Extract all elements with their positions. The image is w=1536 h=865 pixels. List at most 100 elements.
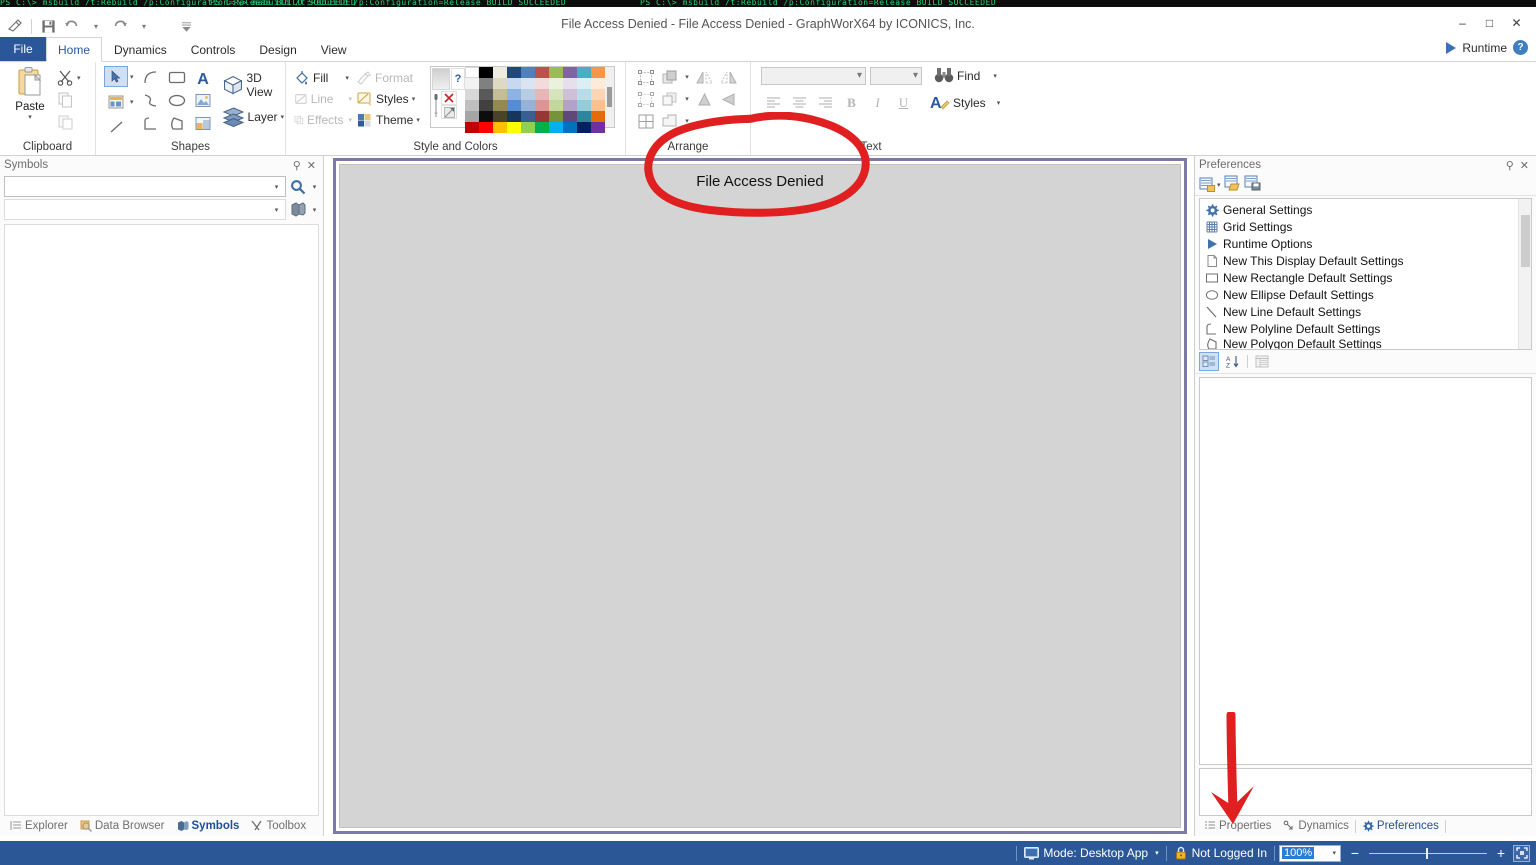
zoom-caret[interactable]: ▾	[1332, 849, 1338, 857]
gradient-tool-button[interactable]	[191, 113, 215, 134]
flip-vertical-button[interactable]	[692, 89, 716, 110]
search-icon[interactable]	[288, 176, 308, 197]
line-tool-button[interactable]	[104, 116, 128, 137]
pref-item-runtime-options[interactable]: Runtime Options	[1200, 235, 1518, 252]
pref-item-new-polygon-default[interactable]: New Polygon Default Settings	[1200, 337, 1518, 349]
palette-column[interactable]	[535, 67, 549, 122]
pref-item-new-polyline-default[interactable]: New Polyline Default Settings	[1200, 320, 1518, 337]
symbols-search-caret[interactable]: ▾	[272, 183, 281, 191]
polyline-tool-button[interactable]	[139, 113, 163, 134]
styles-button[interactable]: Styles ▾	[354, 90, 430, 108]
pref-item-general-settings[interactable]: General Settings	[1200, 201, 1518, 218]
select-tool-caret[interactable]: ▾	[130, 73, 134, 81]
canvas-text-object[interactable]: File Access Denied	[340, 173, 1180, 190]
zoom-combo[interactable]: 100% ▾	[1279, 844, 1341, 862]
palette-column[interactable]	[591, 67, 605, 122]
line-caret[interactable]: ▾	[348, 95, 352, 103]
format-button[interactable]: Format	[354, 69, 430, 87]
palette-column[interactable]	[465, 67, 479, 122]
rectangle-tool-button[interactable]	[165, 67, 189, 88]
flip-right-button[interactable]	[716, 67, 740, 88]
tab-data-browser[interactable]: Data Browser	[74, 820, 171, 832]
more-colors-icon[interactable]	[441, 105, 457, 119]
sort-categorized-button[interactable]	[1199, 352, 1219, 371]
bring-forward-caret[interactable]: ▾	[685, 73, 689, 81]
palette-column[interactable]	[563, 67, 577, 122]
open-preference-button[interactable]	[1224, 175, 1241, 194]
paste-button[interactable]: Paste ▾	[5, 66, 55, 121]
tab-explorer[interactable]: Explorer	[4, 820, 74, 832]
symbols-content-area[interactable]	[4, 224, 319, 816]
pref-item-new-rectangle-default[interactable]: New Rectangle Default Settings	[1200, 269, 1518, 286]
symbol-library-caret[interactable]: ▾	[310, 206, 319, 214]
theme-caret[interactable]: ▾	[416, 116, 420, 124]
help-color-icon[interactable]: ?	[451, 68, 465, 90]
text-tool-button[interactable]: A	[191, 67, 215, 88]
close-button[interactable]: ✕	[1503, 12, 1530, 34]
symbols-category-caret[interactable]: ▾	[272, 206, 281, 214]
font-size-combo[interactable]: ▾	[870, 66, 922, 85]
no-fill-icon[interactable]	[441, 91, 457, 105]
preferences-property-grid[interactable]	[1199, 377, 1532, 765]
layer-caret[interactable]: ▾	[281, 113, 285, 121]
underline-button[interactable]: U	[891, 93, 916, 113]
send-backward-button[interactable]	[658, 89, 682, 110]
tab-controls[interactable]: Controls	[179, 37, 248, 61]
tab-dynamics[interactable]: Dynamics	[1277, 820, 1354, 832]
font-name-combo[interactable]: ▾	[761, 66, 866, 85]
preferences-list[interactable]: General Settings Grid Settings Runtime O…	[1199, 198, 1532, 350]
fill-caret[interactable]: ▾	[345, 74, 349, 82]
rotate-button[interactable]	[716, 89, 740, 110]
picture-tool-button[interactable]	[191, 90, 215, 111]
3d-view-button[interactable]: 3D View	[220, 70, 287, 100]
tab-properties[interactable]: Properties	[1198, 820, 1277, 832]
login-status[interactable]: Not Logged In	[1174, 846, 1267, 860]
tab-dynamics[interactable]: Dynamics	[102, 37, 179, 61]
paste-dropdown-caret[interactable]: ▾	[28, 113, 32, 121]
help-icon[interactable]: ?	[1513, 40, 1528, 55]
save-preference-button[interactable]	[1244, 175, 1261, 194]
preferences-scroll-thumb[interactable]	[1521, 215, 1530, 267]
new-preference-caret[interactable]: ▾	[1217, 181, 1221, 189]
search-dropdown-caret[interactable]: ▾	[310, 183, 319, 191]
cut-button[interactable]: ▾	[55, 68, 83, 87]
palette-scroll-thumb[interactable]	[607, 87, 612, 107]
palette-main-grid[interactable]	[465, 67, 605, 122]
current-color-swatch[interactable]	[432, 68, 450, 90]
palette-column[interactable]	[493, 67, 507, 122]
pref-item-grid-settings[interactable]: Grid Settings	[1200, 218, 1518, 235]
minimize-button[interactable]: –	[1449, 12, 1476, 34]
bring-forward-button[interactable]	[658, 67, 682, 88]
pref-item-new-display-default[interactable]: New This Display Default Settings	[1200, 252, 1518, 269]
tab-design[interactable]: Design	[247, 37, 308, 61]
tab-preferences[interactable]: Preferences	[1356, 820, 1445, 832]
cut-caret[interactable]: ▾	[77, 74, 81, 82]
symbol-library-icon[interactable]	[288, 199, 308, 220]
polygon-tool-button[interactable]	[165, 113, 189, 134]
effects-caret[interactable]: ▾	[348, 116, 352, 124]
layer-button[interactable]: Layer ▾	[220, 106, 287, 128]
palette-column[interactable]	[521, 67, 535, 122]
play-icon[interactable]	[1446, 41, 1457, 54]
display-surface[interactable]: File Access Denied	[339, 164, 1181, 828]
fit-to-window-button[interactable]	[1513, 844, 1530, 862]
theme-button[interactable]: Theme ▾	[354, 111, 430, 129]
line-style-button[interactable]: Line ▾	[292, 90, 354, 108]
find-button[interactable]: Find ▾	[932, 66, 999, 85]
display-frame[interactable]: File Access Denied	[333, 158, 1187, 834]
align-right-button[interactable]	[813, 93, 838, 113]
palette-standard-colors[interactable]	[465, 122, 605, 133]
zoom-in-button[interactable]: +	[1495, 845, 1507, 861]
close-icon[interactable]: ✕	[1517, 159, 1532, 172]
copy-button[interactable]	[55, 90, 83, 109]
color-palette[interactable]: ?	[430, 66, 615, 133]
bold-button[interactable]: B	[839, 93, 864, 113]
tab-symbols[interactable]: Symbols	[171, 820, 246, 832]
pref-item-new-ellipse-default[interactable]: New Ellipse Default Settings	[1200, 286, 1518, 303]
zoom-slider[interactable]	[1369, 847, 1487, 859]
align-center-button[interactable]	[787, 93, 812, 113]
control-tool-caret[interactable]: ▾	[130, 98, 134, 106]
pref-item-new-line-default[interactable]: New Line Default Settings	[1200, 303, 1518, 320]
flip-left-button[interactable]	[692, 67, 716, 88]
palette-column[interactable]	[577, 67, 591, 122]
